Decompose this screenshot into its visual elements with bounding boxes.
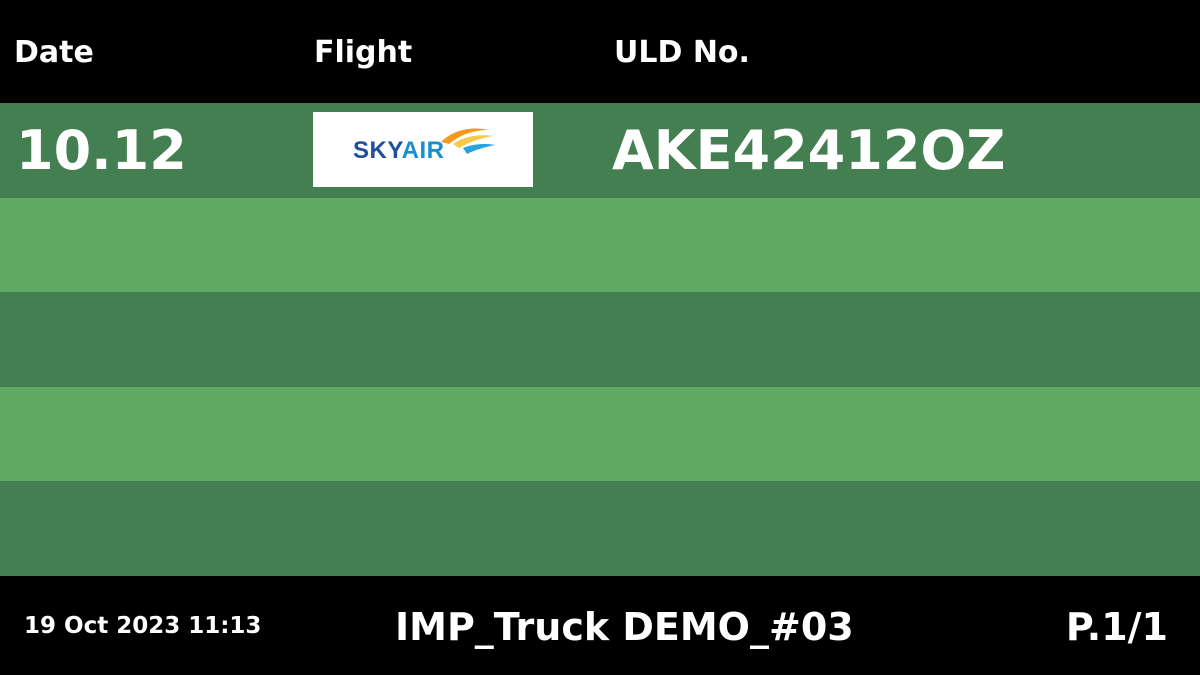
logo-text-air: AIR	[401, 137, 445, 164]
table-row	[0, 198, 1200, 292]
footer-board-title: IMP_Truck DEMO_#03	[395, 605, 854, 649]
footer-page-indicator: P.1/1	[1065, 605, 1168, 649]
footer-timestamp: 19 Oct 2023 11:13	[24, 613, 262, 639]
flight-logo-text: SKYAIR	[353, 137, 445, 165]
table-header: Date Flight ULD No.	[0, 0, 1200, 103]
table-row: 10.12 SKYAIR AKE42412OZ	[0, 103, 1200, 198]
table-row	[0, 292, 1200, 387]
table-row	[0, 387, 1200, 481]
row-date: 10.12	[16, 119, 187, 182]
column-header-flight: Flight	[314, 35, 413, 70]
status-footer: 19 Oct 2023 11:13 IMP_Truck DEMO_#03 P.1…	[0, 576, 1200, 675]
column-header-uld-no: ULD No.	[614, 35, 750, 70]
cargo-display-board: Date Flight ULD No. 10.12 SKYAIR AKE4241…	[0, 0, 1200, 675]
flight-logo: SKYAIR	[313, 112, 533, 187]
table-body: 10.12 SKYAIR AKE42412OZ	[0, 103, 1200, 576]
column-header-date: Date	[14, 35, 94, 70]
row-uld-no: AKE42412OZ	[612, 119, 1006, 182]
logo-text-sky: SKY	[353, 137, 402, 164]
table-row	[0, 481, 1200, 576]
